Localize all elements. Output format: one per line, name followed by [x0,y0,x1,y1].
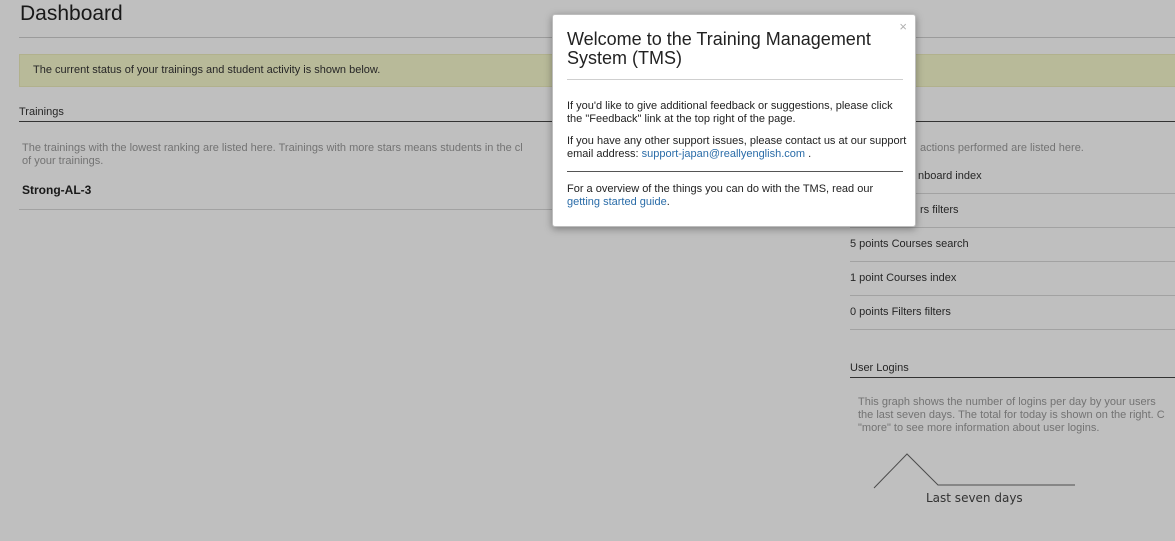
close-icon[interactable]: × [899,20,907,33]
support-suffix: . [805,148,812,160]
modal-title-divider [567,79,903,80]
welcome-modal: × Welcome to the Training Management Sys… [552,14,916,227]
support-email-link[interactable]: support-japan@reallyenglish.com [642,148,805,160]
guide-text: For a overview of the things you can do … [567,183,874,195]
dashboard-page: Dashboard The current status of your tra… [0,0,1175,541]
modal-title: Welcome to the Training Management Syste… [567,29,871,68]
feedback-paragraph: If you'd like to give additional feedbac… [567,100,893,125]
getting-started-link[interactable]: getting started guide [567,196,667,208]
guide-paragraph: For a overview of the things you can do … [567,183,907,209]
guide-suffix: . [666,196,670,208]
modal-section-divider [567,171,903,172]
support-paragraph: If you have any other support issues, pl… [567,135,907,161]
